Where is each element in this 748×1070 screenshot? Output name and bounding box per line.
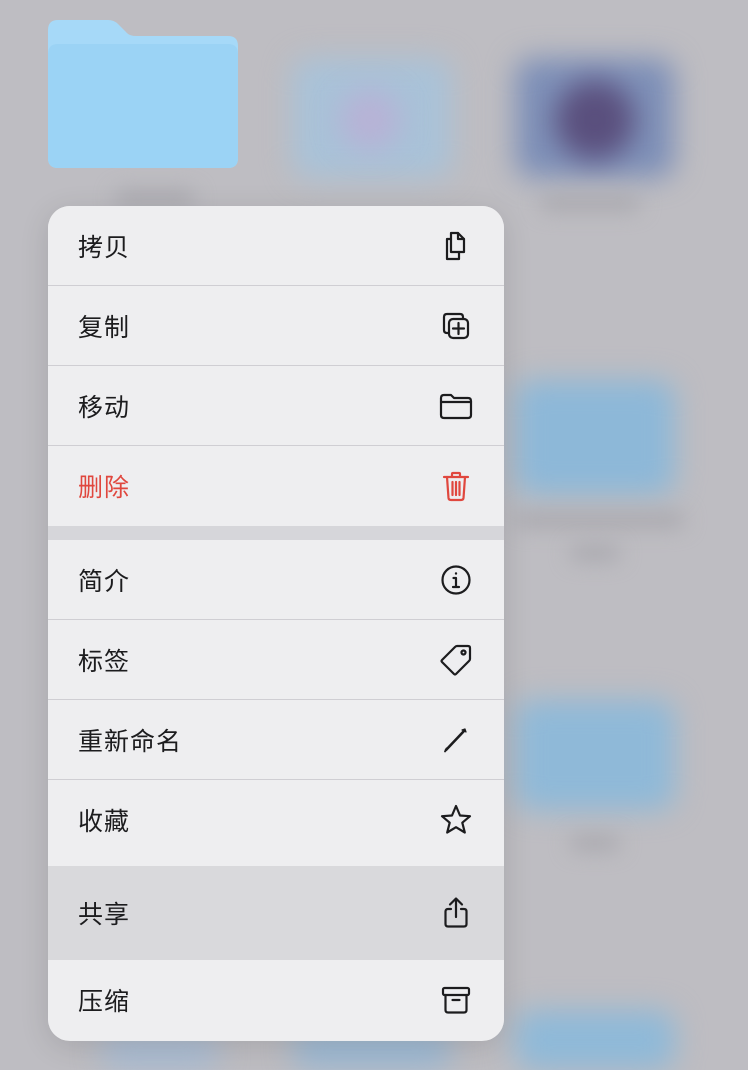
star-icon xyxy=(438,802,474,838)
share-icon xyxy=(438,895,474,931)
menu-item-label: 收藏 xyxy=(78,807,131,836)
menu-item-label: 简介 xyxy=(78,566,131,596)
menu-item-label: 标签 xyxy=(78,646,131,676)
menu-item-share[interactable]: 共享 xyxy=(48,866,504,960)
copy-icon xyxy=(438,228,474,264)
tag-icon xyxy=(438,642,474,678)
info-icon xyxy=(438,562,474,598)
background-folder xyxy=(515,700,675,810)
archive-icon xyxy=(438,982,474,1018)
duplicate-icon xyxy=(438,308,474,344)
menu-item-label: 复制 xyxy=(78,312,131,342)
menu-item-label: 拷贝 xyxy=(78,232,131,262)
menu-item-rename[interactable]: 重新命名 xyxy=(48,700,504,780)
trash-icon xyxy=(438,468,474,504)
folder-icon-preview[interactable] xyxy=(48,20,238,168)
menu-item-compress[interactable]: 压缩 xyxy=(48,960,504,1040)
background-folder xyxy=(515,1010,675,1070)
background-label xyxy=(540,195,640,211)
background-label xyxy=(115,190,195,206)
background-folder xyxy=(515,380,675,495)
menu-item-copy[interactable]: 拷贝 xyxy=(48,206,504,286)
background-thumbnail xyxy=(555,80,635,160)
menu-item-label: 删除 xyxy=(78,473,131,502)
menu-section-separator xyxy=(48,526,504,540)
context-menu: 拷贝 复制 移动 删除 简介 标签 重新命名 收藏 共享 压缩 xyxy=(48,206,504,1041)
menu-item-label: 重新命名 xyxy=(78,726,183,756)
background-thumbnail xyxy=(340,90,400,150)
folder-icon xyxy=(438,388,474,424)
background-label xyxy=(570,545,620,561)
menu-item-delete[interactable]: 删除 xyxy=(48,446,504,526)
menu-item-label: 压缩 xyxy=(78,987,131,1016)
menu-item-favorite[interactable]: 收藏 xyxy=(48,780,504,860)
menu-item-info[interactable]: 简介 xyxy=(48,540,504,620)
background-label xyxy=(570,835,620,851)
menu-item-duplicate[interactable]: 复制 xyxy=(48,286,504,366)
background-label xyxy=(515,512,685,528)
menu-item-move[interactable]: 移动 xyxy=(48,366,504,446)
pencil-icon xyxy=(438,722,474,758)
menu-item-label: 共享 xyxy=(78,900,131,929)
menu-item-tags[interactable]: 标签 xyxy=(48,620,504,700)
menu-item-label: 移动 xyxy=(78,392,131,422)
